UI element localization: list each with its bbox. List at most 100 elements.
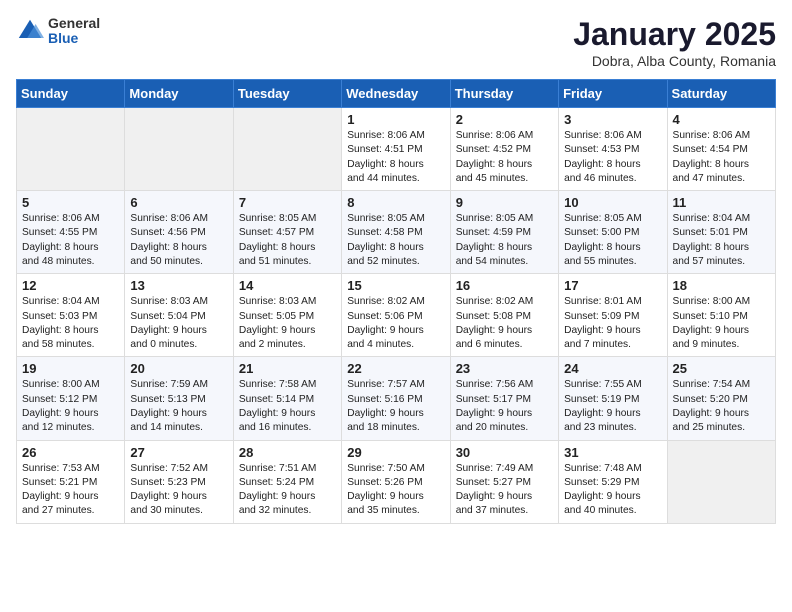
calendar-cell: 30 Sunrise: 7:49 AM Sunset: 5:27 PM Dayli… [450,440,558,523]
calendar-cell [125,108,233,191]
day-number: 3 [564,112,661,127]
day-info: Sunrise: 8:06 AM Sunset: 4:54 PM Dayligh… [673,129,770,186]
calendar-cell: 14Sunrise: 8:03 AM Sunset: 5:05 PM Dayli… [233,274,341,357]
day-number: 20 [130,361,227,376]
day-info: Sunrise: 8:06 AM Sunset: 4:51 PM Dayligh… [347,129,444,186]
calendar-cell: 10 Sunrise: 8:05 AM Sunset: 5:00 PM Dayli… [559,191,667,274]
day-number: 6 [130,195,227,210]
calendar-cell: 5Sunrise: 8:06 AM Sunset: 4:55 PM Daylig… [17,191,125,274]
weekday-header-friday: Friday [559,80,667,108]
day-info: Sunrise: 8:06 AM Sunset: 4:53 PM Dayligh… [564,129,661,186]
logo-text: General Blue [48,16,100,47]
calendar-cell [17,108,125,191]
day-number: 2 [456,112,553,127]
day-info: Sunrise: 8:02 AM Sunset: 5:08 PM Dayligh… [456,295,553,352]
logo-blue-label: Blue [48,31,100,46]
calendar-cell: 24 Sunrise: 7:55 AM Sunset: 5:19 PM Dayli… [559,357,667,440]
day-info: Sunrise: 8:05 AM Sunset: 4:57 PM Dayligh… [239,212,336,269]
day-number: 18 [673,278,770,293]
day-info: Sunrise: 7:54 AM Sunset: 5:20 PM Dayligh… [673,378,770,435]
calendar-cell: 4Sunrise: 8:06 AM Sunset: 4:54 PM Daylig… [667,108,775,191]
day-info: Sunrise: 8:05 AM Sunset: 4:59 PM Dayligh… [456,212,553,269]
calendar-cell: 15 Sunrise: 8:02 AM Sunset: 5:06 PM Dayli… [342,274,450,357]
calendar-subtitle: Dobra, Alba County, Romania [573,53,776,69]
calendar-title: January 2025 [573,16,776,53]
calendar-cell: 3 Sunrise: 8:06 AM Sunset: 4:53 PM Daylig… [559,108,667,191]
calendar-cell: 17 Sunrise: 8:01 AM Sunset: 5:09 PM Dayli… [559,274,667,357]
day-number: 10 [564,195,661,210]
day-info: Sunrise: 7:56 AM Sunset: 5:17 PM Dayligh… [456,378,553,435]
day-info: Sunrise: 7:57 AM Sunset: 5:16 PM Dayligh… [347,378,444,435]
day-number: 14 [239,278,336,293]
calendar-cell: 7 Sunrise: 8:05 AM Sunset: 4:57 PM Daylig… [233,191,341,274]
weekday-header-monday: Monday [125,80,233,108]
calendar-cell: 26 Sunrise: 7:53 AM Sunset: 5:21 PM Dayli… [17,440,125,523]
day-number: 1 [347,112,444,127]
logo-icon [16,17,44,45]
calendar-cell: 13 Sunrise: 8:03 AM Sunset: 5:04 PM Dayli… [125,274,233,357]
weekday-header-thursday: Thursday [450,80,558,108]
calendar-cell: 1 Sunrise: 8:06 AM Sunset: 4:51 PM Daylig… [342,108,450,191]
calendar-cell: 20 Sunrise: 7:59 AM Sunset: 5:13 PM Dayli… [125,357,233,440]
calendar-cell: 9 Sunrise: 8:05 AM Sunset: 4:59 PM Daylig… [450,191,558,274]
day-number: 7 [239,195,336,210]
day-info: Sunrise: 8:03 AM Sunset: 5:04 PM Dayligh… [130,295,227,352]
calendar-cell: 23 Sunrise: 7:56 AM Sunset: 5:17 PM Dayli… [450,357,558,440]
logo: General Blue [16,16,100,47]
day-number: 21 [239,361,336,376]
calendar-cell: 18 Sunrise: 8:00 AM Sunset: 5:10 PM Dayli… [667,274,775,357]
day-number: 23 [456,361,553,376]
day-number: 11 [673,195,770,210]
day-number: 15 [347,278,444,293]
calendar-cell: 8Sunrise: 8:05 AM Sunset: 4:58 PM Daylig… [342,191,450,274]
calendar-cell: 31 Sunrise: 7:48 AM Sunset: 5:29 PM Dayli… [559,440,667,523]
week-row-1: 1 Sunrise: 8:06 AM Sunset: 4:51 PM Daylig… [17,108,776,191]
day-number: 9 [456,195,553,210]
day-info: Sunrise: 7:51 AM Sunset: 5:24 PM Dayligh… [239,462,336,519]
calendar-cell: 29Sunrise: 7:50 AM Sunset: 5:26 PM Dayli… [342,440,450,523]
day-number: 17 [564,278,661,293]
day-info: Sunrise: 8:01 AM Sunset: 5:09 PM Dayligh… [564,295,661,352]
calendar-cell: 11 Sunrise: 8:04 AM Sunset: 5:01 PM Dayli… [667,191,775,274]
day-number: 13 [130,278,227,293]
day-info: Sunrise: 8:00 AM Sunset: 5:10 PM Dayligh… [673,295,770,352]
day-info: Sunrise: 8:02 AM Sunset: 5:06 PM Dayligh… [347,295,444,352]
weekday-header-saturday: Saturday [667,80,775,108]
calendar-cell: 19Sunrise: 8:00 AM Sunset: 5:12 PM Dayli… [17,357,125,440]
calendar-cell: 21Sunrise: 7:58 AM Sunset: 5:14 PM Dayli… [233,357,341,440]
day-info: Sunrise: 7:55 AM Sunset: 5:19 PM Dayligh… [564,378,661,435]
calendar-cell: 2Sunrise: 8:06 AM Sunset: 4:52 PM Daylig… [450,108,558,191]
day-info: Sunrise: 7:48 AM Sunset: 5:29 PM Dayligh… [564,462,661,519]
day-info: Sunrise: 7:53 AM Sunset: 5:21 PM Dayligh… [22,462,119,519]
weekday-header-row: SundayMondayTuesdayWednesdayThursdayFrid… [17,80,776,108]
day-number: 5 [22,195,119,210]
calendar-cell [233,108,341,191]
calendar-table: SundayMondayTuesdayWednesdayThursdayFrid… [16,79,776,524]
day-number: 8 [347,195,444,210]
day-info: Sunrise: 8:04 AM Sunset: 5:01 PM Dayligh… [673,212,770,269]
weekday-header-tuesday: Tuesday [233,80,341,108]
day-info: Sunrise: 8:00 AM Sunset: 5:12 PM Dayligh… [22,378,119,435]
week-row-5: 26 Sunrise: 7:53 AM Sunset: 5:21 PM Dayli… [17,440,776,523]
day-number: 30 [456,445,553,460]
day-number: 25 [673,361,770,376]
title-area: January 2025 Dobra, Alba County, Romania [573,16,776,69]
day-number: 31 [564,445,661,460]
day-info: Sunrise: 7:49 AM Sunset: 5:27 PM Dayligh… [456,462,553,519]
calendar-cell: 25 Sunrise: 7:54 AM Sunset: 5:20 PM Dayli… [667,357,775,440]
day-info: Sunrise: 8:06 AM Sunset: 4:56 PM Dayligh… [130,212,227,269]
day-number: 24 [564,361,661,376]
calendar-cell: 27Sunrise: 7:52 AM Sunset: 5:23 PM Dayli… [125,440,233,523]
day-number: 22 [347,361,444,376]
weekday-header-sunday: Sunday [17,80,125,108]
day-number: 26 [22,445,119,460]
week-row-4: 19Sunrise: 8:00 AM Sunset: 5:12 PM Dayli… [17,357,776,440]
day-info: Sunrise: 7:59 AM Sunset: 5:13 PM Dayligh… [130,378,227,435]
calendar-cell [667,440,775,523]
day-info: Sunrise: 8:05 AM Sunset: 5:00 PM Dayligh… [564,212,661,269]
header: General Blue January 2025 Dobra, Alba Co… [16,16,776,69]
day-number: 27 [130,445,227,460]
day-number: 29 [347,445,444,460]
week-row-3: 12Sunrise: 8:04 AM Sunset: 5:03 PM Dayli… [17,274,776,357]
day-info: Sunrise: 8:04 AM Sunset: 5:03 PM Dayligh… [22,295,119,352]
